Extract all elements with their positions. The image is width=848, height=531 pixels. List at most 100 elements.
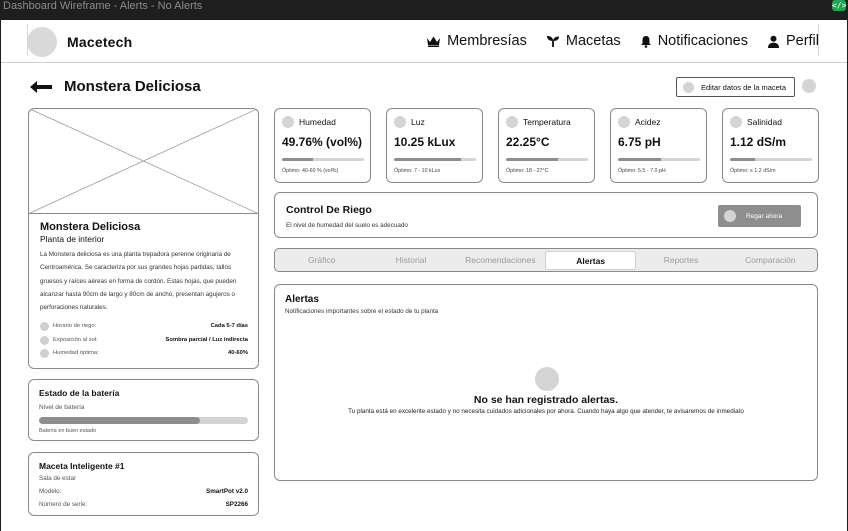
tab-comparacion[interactable]: Comparación <box>726 251 815 270</box>
edit-icon <box>683 81 694 93</box>
water-now-label: Regar ahora <box>746 212 783 220</box>
edit-pot-button[interactable]: Editar datos de la maceta <box>676 77 795 97</box>
metric-value: 1.12 dS/m <box>730 135 787 149</box>
bell-icon <box>640 35 651 48</box>
plant-info-card: Monstera Deliciosa Planta de interior La… <box>28 108 259 369</box>
prop-value: Sombra parcial / Luz indirecta <box>165 337 248 343</box>
metric-bar <box>618 158 700 161</box>
user-icon <box>767 35 779 48</box>
pot-serial-row: Número de serie: SP2266 <box>39 501 248 508</box>
water-schedule-icon <box>40 321 49 331</box>
metric-name: Temperatura <box>523 117 571 127</box>
metric-optimal: Óptimo: 40-60 % (vol%) <box>282 168 339 174</box>
metric-bar-fill <box>618 158 661 161</box>
back-arrow-icon[interactable] <box>29 80 53 94</box>
prop-value: Cada 5-7 días <box>210 323 248 329</box>
page-title: Monstera Deliciosa <box>64 78 201 95</box>
pot-room: Sala de estar <box>39 475 77 482</box>
pot-model-row: Modelo: SmartPot v2.0 <box>39 488 248 495</box>
metric-name: Acidez <box>635 117 661 127</box>
prop-row-sol: Exposición al sol: Sombra parcial / Luz … <box>40 335 248 345</box>
nav-item-notificaciones[interactable]: Notificaciones <box>640 33 748 49</box>
prop-label: Horario de riego: <box>53 323 97 329</box>
tab-historial[interactable]: Historial <box>366 251 455 270</box>
nav-item-macetas[interactable]: Macetas <box>546 33 621 49</box>
water-now-button[interactable]: Regar ahora <box>718 205 801 227</box>
metric-header: Salinidad <box>730 116 782 128</box>
window-titlebar: Dashboard Wireframe - Alerts - No Alerts… <box>0 0 848 20</box>
metric-bar-fill <box>506 158 559 161</box>
tab-grafico[interactable]: Gráfico <box>277 251 366 270</box>
metric-value: 10.25 kLux <box>394 135 456 149</box>
window-title: Dashboard Wireframe - Alerts - No Alerts <box>3 0 203 12</box>
tab-reportes[interactable]: Reportes <box>636 251 725 270</box>
empty-state-message: Tu planta está en excelente estado y no … <box>348 408 744 415</box>
metric-name: Luz <box>411 117 425 127</box>
salinity-icon <box>730 116 742 128</box>
plant-image-placeholder <box>29 109 258 214</box>
alerts-title: Alertas <box>285 294 319 305</box>
irrigation-control-card: Control De Riego El nivel de humedad del… <box>274 192 818 238</box>
tab-recomendaciones[interactable]: Recomendaciones <box>456 251 545 270</box>
acidity-icon <box>618 116 630 128</box>
help-icon[interactable] <box>802 79 816 93</box>
prop-label: Exposición al sol: <box>53 337 98 343</box>
nav-label: Perfil <box>785 33 819 49</box>
section-tabs: Gráfico Historial Recomendaciones Alerta… <box>274 248 818 272</box>
metric-card-temperatura: Temperatura 22.25°C Óptimo: 18 - 27°C <box>498 108 595 183</box>
metric-header: Acidez <box>618 116 661 128</box>
battery-label: Nivel de batería <box>39 404 85 411</box>
alerts-subtitle: Notificaciones importantes sobre el esta… <box>285 308 439 315</box>
prop-row-riego: Horario de riego: Cada 5-7 días <box>40 321 248 331</box>
battery-bar <box>39 417 248 424</box>
alerts-panel: Alertas Notificaciones importantes sobre… <box>274 284 818 481</box>
metric-card-salinidad: Salinidad 1.12 dS/m Óptimo: ≤ 1.2 dS/m <box>722 108 819 183</box>
top-navbar: Macetech Membresías Macetas Notificacion… <box>1 20 847 63</box>
prop-label: Humedad óptima: <box>53 350 99 356</box>
sun-exposure-icon <box>40 335 49 345</box>
plant-description: La Monstera deliciosa es una planta trep… <box>40 251 237 312</box>
nav-item-perfil[interactable]: Perfil <box>767 33 819 49</box>
logo-icon[interactable] <box>27 27 57 57</box>
metric-bar-fill <box>730 158 755 161</box>
metric-value: 49.76% (vol%) <box>282 135 363 149</box>
metric-header: Temperatura <box>506 116 571 128</box>
pot-row-value: SmartPot v2.0 <box>206 488 248 495</box>
crown-icon <box>427 36 441 47</box>
metric-bar-fill <box>282 158 314 161</box>
metric-header: Humedad <box>282 116 336 128</box>
edit-pot-label: Editar datos de la maceta <box>701 82 787 92</box>
metric-optimal: Óptimo: ≤ 1.2 dS/m <box>730 168 776 174</box>
nav-item-membresias[interactable]: Membresías <box>426 33 527 49</box>
battery-bar-fill <box>39 417 200 424</box>
smart-pot-card: Maceta Inteligente #1 Sala de estar Mode… <box>28 452 259 516</box>
metric-name: Salinidad <box>747 117 782 127</box>
nav-menu: Membresías Macetas Notificaciones Perfil <box>407 33 819 49</box>
light-icon <box>394 116 406 128</box>
pot-title: Maceta Inteligente #1 <box>39 461 125 471</box>
metric-name: Humedad <box>299 117 336 127</box>
irrigation-status: El nivel de humedad del suelo es adecuad… <box>286 222 408 229</box>
metric-card-acidez: Acidez 6.75 pH Óptimo: 5.5 - 7.0 pH <box>610 108 707 183</box>
pot-row-label: Número de serie: <box>39 501 88 508</box>
pot-row-value: SP2266 <box>225 501 248 508</box>
brand-name[interactable]: Macetech <box>67 34 132 50</box>
pot-row-label: Modelo: <box>39 488 62 495</box>
empty-state-title: No se han registrado alertas. <box>473 394 619 406</box>
code-icon[interactable]: </> <box>832 0 846 11</box>
metric-bar <box>394 158 476 161</box>
nav-label: Macetas <box>565 33 621 49</box>
nav-label: Membresías <box>447 33 527 49</box>
prop-row-humedad: Humedad óptima: 40-60% <box>40 348 248 358</box>
app-frame: Macetech Membresías Macetas Notificacion… <box>1 20 847 531</box>
metric-bar-fill <box>394 158 462 161</box>
battery-title: Estado de la batería <box>39 388 120 398</box>
metric-value: 6.75 pH <box>618 135 661 149</box>
tab-alertas[interactable]: Alertas <box>544 250 637 270</box>
temperature-icon <box>506 116 518 128</box>
plant-type: Planta de interior <box>40 234 105 244</box>
empty-state-icon <box>535 367 559 391</box>
metric-optimal: Óptimo: 5.5 - 7.0 pH <box>618 168 666 174</box>
metric-optimal: Óptimo: 18 - 27°C <box>506 168 549 174</box>
battery-card: Estado de la batería Nivel de batería Ba… <box>28 379 259 441</box>
